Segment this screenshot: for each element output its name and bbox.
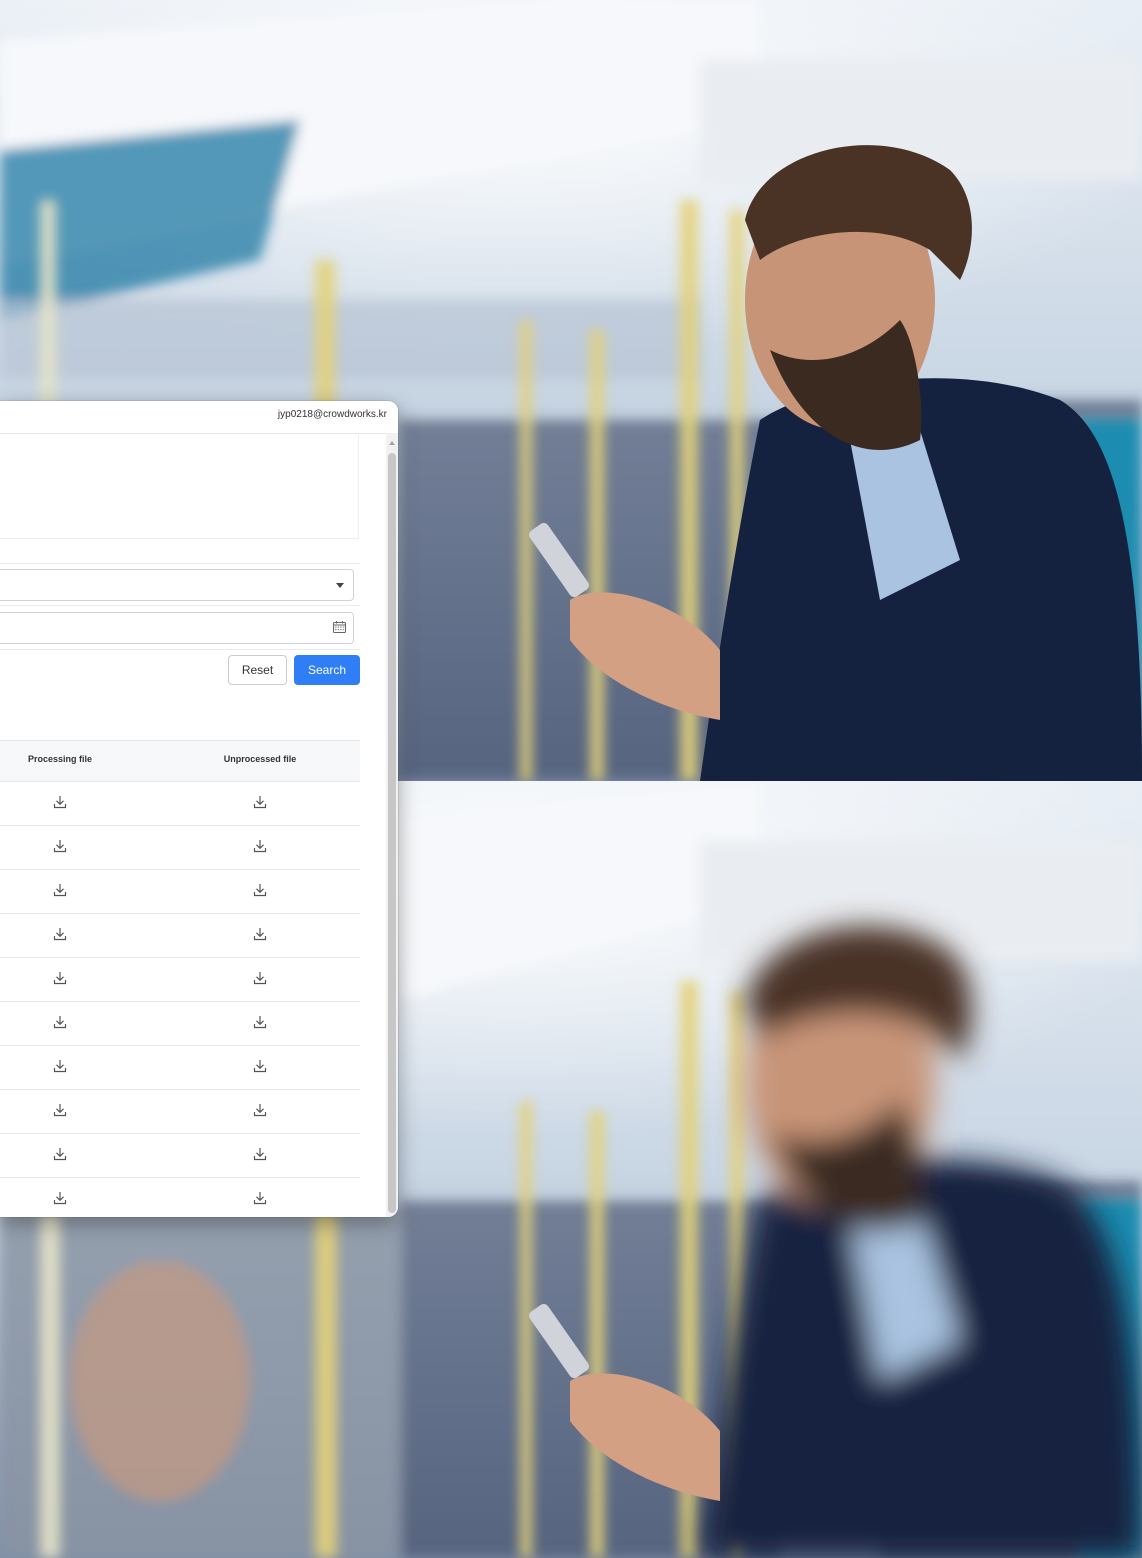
column-header-processing-file: Processing file — [27, 754, 93, 764]
user-email[interactable]: jyp0218@crowdworks.kr — [278, 409, 387, 420]
table-row — [0, 870, 360, 914]
download-icon[interactable] — [253, 883, 267, 897]
download-icon[interactable] — [253, 1015, 267, 1029]
scroll-up-arrow-icon[interactable] — [389, 441, 395, 445]
download-icon[interactable] — [53, 1015, 67, 1029]
table-row — [0, 826, 360, 870]
download-icon[interactable] — [253, 839, 267, 853]
table-row — [0, 1134, 360, 1178]
download-icon[interactable] — [53, 839, 67, 853]
download-icon[interactable] — [53, 971, 67, 985]
table-row — [0, 958, 360, 1002]
divider — [0, 605, 360, 606]
table-body — [0, 782, 360, 1217]
download-icon[interactable] — [253, 1059, 267, 1073]
download-icon[interactable] — [253, 927, 267, 941]
table-row — [0, 1090, 360, 1134]
download-icon[interactable] — [53, 795, 67, 809]
chevron-down-icon[interactable] — [336, 583, 344, 588]
app-window: jyp0218@crowdworks.kr Reset Search Proce… — [0, 401, 398, 1217]
table-row — [0, 1002, 360, 1046]
download-icon[interactable] — [253, 1191, 267, 1205]
calendar-icon[interactable] — [333, 621, 346, 633]
file-table: Processing file Unprocessed file — [0, 740, 360, 1217]
download-icon[interactable] — [253, 795, 267, 809]
scroll-thumb[interactable] — [388, 453, 396, 1213]
column-header-unprocessed-file: Unprocessed file — [223, 754, 297, 764]
top-bar: jyp0218@crowdworks.kr — [0, 401, 398, 434]
reset-button[interactable]: Reset — [228, 655, 287, 685]
vertical-scrollbar[interactable] — [386, 433, 398, 1217]
info-panel — [0, 433, 359, 539]
download-icon[interactable] — [53, 1103, 67, 1117]
download-icon[interactable] — [53, 883, 67, 897]
download-icon[interactable] — [53, 1147, 67, 1161]
download-icon[interactable] — [53, 1191, 67, 1205]
download-icon[interactable] — [53, 927, 67, 941]
table-row — [0, 914, 360, 958]
divider — [0, 563, 360, 564]
download-icon[interactable] — [253, 1103, 267, 1117]
table-header: Processing file Unprocessed file — [0, 740, 360, 782]
date-range-input[interactable] — [0, 612, 354, 644]
download-icon[interactable] — [53, 1059, 67, 1073]
table-row — [0, 782, 360, 826]
filter-select[interactable] — [0, 569, 354, 601]
table-row — [0, 1046, 360, 1090]
table-row — [0, 1178, 360, 1217]
main-content: Reset Search Processing file Unprocessed… — [0, 433, 386, 1217]
download-icon[interactable] — [253, 971, 267, 985]
search-button[interactable]: Search — [294, 655, 360, 685]
download-icon[interactable] — [253, 1147, 267, 1161]
divider — [0, 649, 360, 650]
